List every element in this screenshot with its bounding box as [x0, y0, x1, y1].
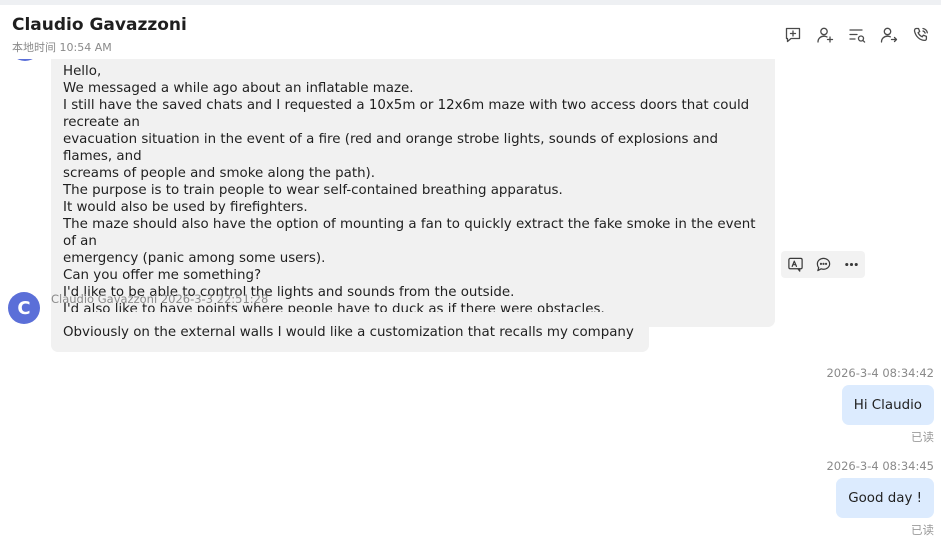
- message-text: Hi Claudio: [853, 397, 922, 413]
- message-line: The purpose is to train people to wear s…: [63, 183, 563, 198]
- reply-icon[interactable]: [809, 251, 837, 278]
- message-text: Obviously on the external walls I would …: [63, 324, 634, 340]
- read-status: 已读: [911, 430, 934, 444]
- message-line: Hello,: [63, 64, 102, 79]
- message-text: Good day !: [848, 490, 922, 506]
- local-time: 本地时间 10:54 AM: [12, 41, 112, 54]
- message-line: screams of people and smoke along the pa…: [63, 166, 376, 181]
- message-time: 2026-3-3 22:51:28: [160, 292, 269, 306]
- read-status: 已读: [911, 523, 934, 537]
- contact-name[interactable]: Claudio Gavazzoni: [12, 15, 187, 35]
- message-time: 2026-3-4 08:34:45: [826, 459, 934, 473]
- outgoing-message-bubble[interactable]: Good day !: [836, 478, 934, 518]
- message-line: It would also be used by firefighters.: [63, 200, 308, 215]
- contact-profile-icon[interactable]: [809, 24, 841, 46]
- transfer-contact-icon[interactable]: [873, 24, 905, 46]
- message-actions: [781, 251, 865, 278]
- sender-name: Claudio Gavazzoni: [51, 292, 158, 306]
- avatar[interactable]: [9, 59, 41, 61]
- phone-call-icon[interactable]: [905, 24, 937, 46]
- search-messages-icon[interactable]: [841, 24, 873, 46]
- outgoing-message-bubble[interactable]: Hi Claudio: [841, 385, 934, 425]
- message-meta: Claudio Gavazzoni 2026-3-3 22:51:28: [51, 292, 268, 306]
- message-line: evacuation situation in the event of a f…: [63, 132, 718, 164]
- message-bubble[interactable]: Hello, We messaged a while ago about an …: [51, 59, 775, 327]
- message-line: emergency (panic among some users).: [63, 251, 326, 266]
- message-bubble[interactable]: Obviously on the external walls I would …: [51, 312, 649, 352]
- header-toolbar: [777, 24, 937, 46]
- more-icon[interactable]: [837, 251, 865, 278]
- message-line: The maze should also have the option of …: [63, 217, 756, 249]
- avatar[interactable]: C: [8, 292, 40, 324]
- add-comment-icon[interactable]: [777, 24, 809, 46]
- message-time: 2026-3-4 08:34:42: [826, 366, 934, 380]
- message-line: I still have the saved chats and I reque…: [63, 98, 750, 130]
- message-list[interactable]: Hello, We messaged a while ago about an …: [0, 59, 941, 552]
- chat-header: Claudio Gavazzoni 本地时间 10:54 AM: [0, 5, 941, 59]
- translate-icon[interactable]: [781, 251, 809, 278]
- message-line: We messaged a while ago about an inflata…: [63, 81, 414, 96]
- message-line: Can you offer me something?: [63, 268, 262, 283]
